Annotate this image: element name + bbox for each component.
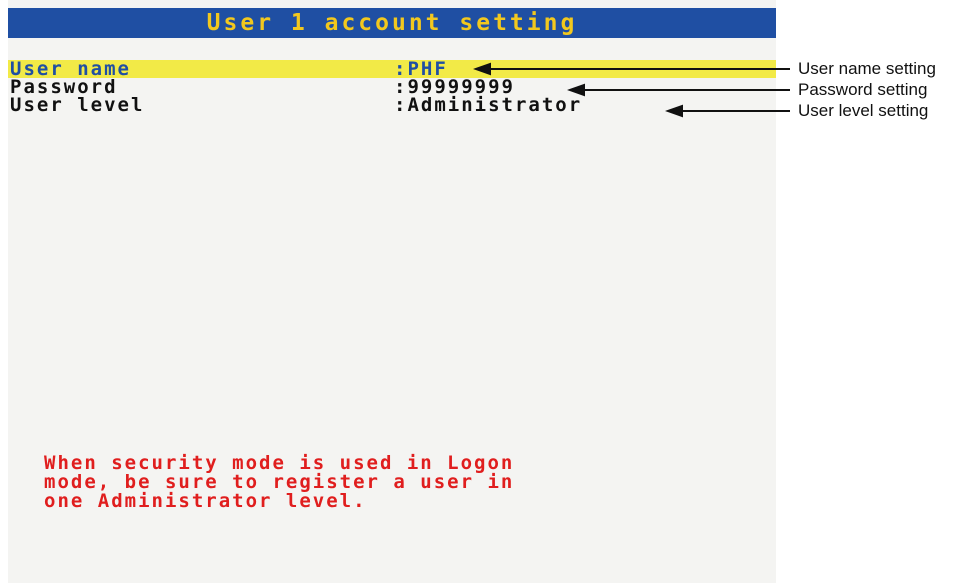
recorder-screen: User 1 account setting User name :PHF Pa…: [8, 0, 776, 583]
user-level-row[interactable]: User level :Administrator: [8, 94, 776, 116]
user-level-label: User level: [10, 94, 145, 116]
callout-password-setting: Password setting: [798, 80, 928, 99]
user-level-value[interactable]: :Administrator: [394, 96, 582, 115]
user-name-row[interactable]: User name :PHF: [8, 60, 776, 79]
notice-line: one Administrator level.: [44, 490, 367, 512]
callout-user-name-setting: User name setting: [798, 59, 936, 78]
security-notice: When security mode is used in Logon mode…: [44, 454, 764, 511]
screen-title: User 1 account setting: [8, 8, 776, 38]
callout-user-level-setting: User level setting: [798, 101, 929, 120]
